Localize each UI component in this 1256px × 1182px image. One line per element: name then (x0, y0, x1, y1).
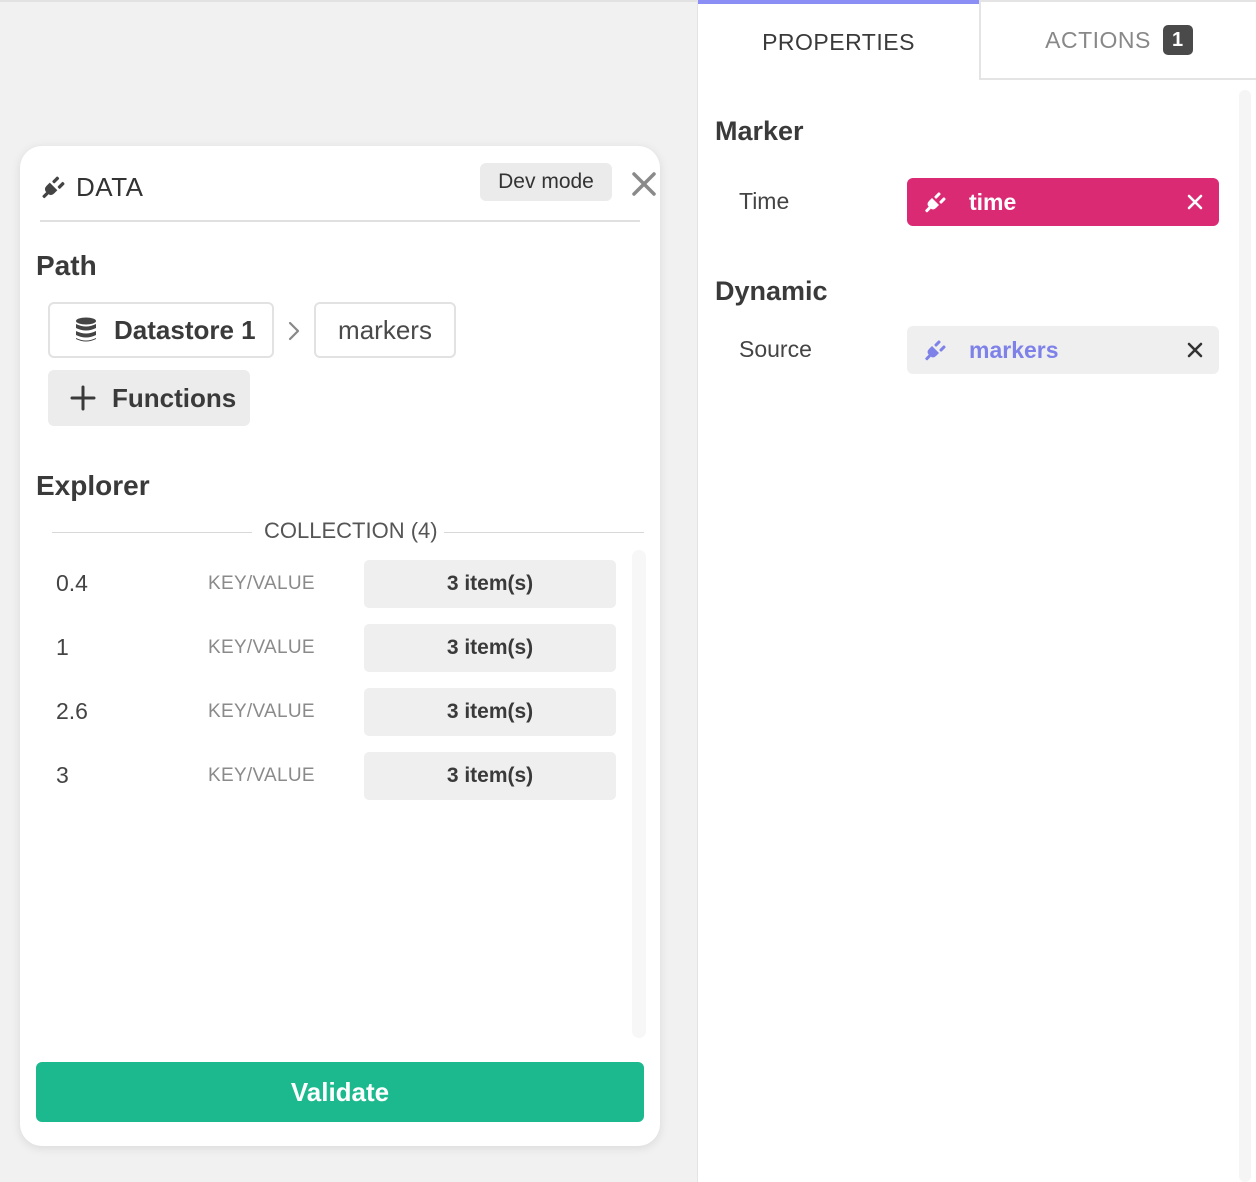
plug-icon (925, 340, 946, 361)
explorer-scrollbar[interactable] (632, 550, 646, 1038)
validate-button[interactable]: Validate (36, 1062, 644, 1122)
plug-icon (42, 176, 65, 199)
dynamic-heading: Dynamic (715, 276, 828, 306)
close-icon[interactable] (630, 170, 658, 198)
chevron-right-icon (288, 321, 300, 341)
row-key: 2.6 (56, 698, 88, 724)
properties-scrollbar[interactable] (1239, 90, 1251, 1182)
functions-button-label: Functions (112, 382, 237, 413)
plug-icon (925, 192, 946, 213)
row-type: KEY/VALUE (208, 765, 315, 786)
row-type: KEY/VALUE (208, 573, 315, 594)
plus-icon (70, 385, 96, 411)
data-panel: DATA Dev mode Path Datastore 1 markers F… (20, 146, 660, 1146)
tab-actions[interactable]: ACTIONS 1 (979, 0, 1256, 80)
row-type: KEY/VALUE (208, 701, 315, 722)
table-row: 1 KEY/VALUE 3 item(s) (56, 624, 616, 672)
tab-actions-label: ACTIONS (1045, 26, 1151, 53)
tab-properties-label: PROPERTIES (762, 28, 915, 55)
row-key: 1 (56, 634, 69, 660)
time-binding-chip[interactable]: time (907, 178, 1219, 226)
close-icon[interactable] (1187, 342, 1203, 358)
marker-heading: Marker (715, 116, 804, 146)
row-items-button[interactable]: 3 item(s) (364, 752, 616, 800)
datastore-chip-label: Datastore 1 (114, 314, 256, 345)
collection-divider-right (444, 532, 644, 533)
table-row: 3 KEY/VALUE 3 item(s) (56, 752, 616, 800)
data-panel-title: DATA (76, 172, 144, 202)
source-binding-chip[interactable]: markers (907, 326, 1219, 374)
dev-mode-button[interactable]: Dev mode (480, 163, 612, 201)
source-label: Source (739, 336, 812, 362)
row-items-button[interactable]: 3 item(s) (364, 624, 616, 672)
close-icon[interactable] (1187, 194, 1203, 210)
source-binding-value: markers (969, 336, 1059, 363)
collection-label: COLLECTION (4) (264, 518, 438, 543)
add-functions-button[interactable]: Functions (48, 370, 250, 426)
time-binding-value: time (969, 188, 1017, 215)
table-row: 2.6 KEY/VALUE 3 item(s) (56, 688, 616, 736)
actions-count-badge: 1 (1162, 25, 1193, 55)
database-icon (76, 317, 96, 342)
collection-divider-left (52, 532, 252, 533)
data-panel-header: DATA Dev mode (40, 162, 656, 222)
row-type: KEY/VALUE (208, 637, 315, 658)
path-segment-markers[interactable]: markers (314, 302, 456, 358)
row-items-button[interactable]: 3 item(s) (364, 560, 616, 608)
row-key: 0.4 (56, 570, 88, 596)
path-heading: Path (36, 250, 97, 281)
datastore-chip[interactable]: Datastore 1 (48, 302, 274, 358)
top-divider (0, 0, 698, 2)
table-row: 0.4 KEY/VALUE 3 item(s) (56, 560, 616, 608)
tab-properties[interactable]: PROPERTIES (698, 0, 979, 80)
properties-panel: PROPERTIES ACTIONS 1 Marker Time time Dy… (697, 0, 1256, 1182)
explorer-heading: Explorer (36, 470, 150, 501)
time-label: Time (739, 188, 790, 214)
row-items-button[interactable]: 3 item(s) (364, 688, 616, 736)
path-segment-label: markers (338, 314, 432, 345)
row-key: 3 (56, 762, 69, 788)
